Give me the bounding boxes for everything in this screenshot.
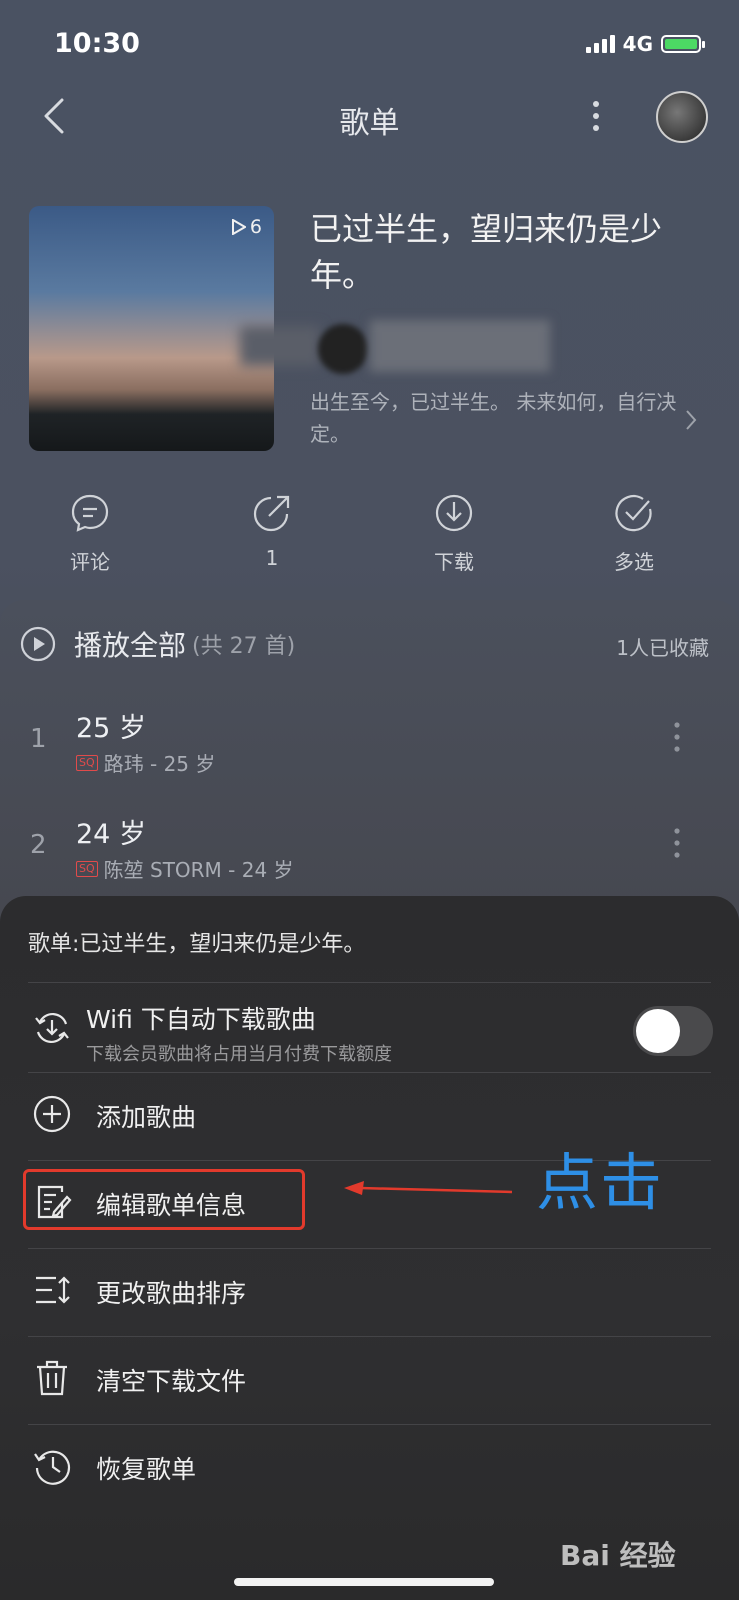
history-icon [34, 1450, 71, 1485]
page-title: 歌单 [339, 106, 400, 141]
sq-badge: SQ [76, 754, 98, 771]
share-button[interactable]: 1 [217, 492, 327, 570]
song-artist: 路玮 - 25 岁 [103, 752, 216, 776]
playlist-options-sheet: 歌单:已过半生，望归来仍是少年。 Wifi 下自动下载歌曲 下载会员歌曲将占用当… [0, 896, 739, 1600]
wifi-download-toggle[interactable] [633, 1006, 713, 1056]
status-right: 4G [585, 32, 705, 56]
song-more-icon[interactable] [672, 826, 682, 860]
add-circle-icon [33, 1095, 71, 1133]
favorite-count[interactable]: 1人已收藏 [616, 632, 709, 661]
multiselect-icon [615, 495, 652, 532]
multiselect-label: 多选 [614, 550, 654, 574]
change-sort-item[interactable]: 更改歌曲排序 [0, 1248, 739, 1336]
auto-download-icon [35, 1012, 69, 1044]
wifi-label: Wifi 下自动下载歌曲 [86, 1005, 316, 1034]
play-count: 6 [231, 216, 262, 238]
clear-downloads-label: 清空下载文件 [96, 1367, 247, 1396]
comment-label: 评论 [70, 550, 110, 574]
song-meta: SQ 陈堃 STORM - 24 岁 [76, 854, 294, 883]
download-button[interactable]: 下载 [399, 492, 509, 575]
comment-button[interactable]: 评论 [35, 492, 145, 575]
play-circle-icon [20, 626, 56, 662]
wifi-auto-download-row: Wifi 下自动下载歌曲 下载会员歌曲将占用当月付费下载额度 [0, 992, 739, 1072]
avatar[interactable] [656, 91, 708, 143]
song-list: 播放全部 (共 27 首) 1人已收藏 1 25 岁 SQ 路玮 - 25 岁 … [0, 600, 739, 920]
sort-icon [36, 1276, 70, 1304]
song-count: (共 27 首) [192, 634, 296, 659]
network-type: 4G [622, 32, 653, 56]
play-count-value: 6 [249, 216, 262, 238]
signal-icon [585, 35, 615, 53]
download-icon [435, 494, 473, 532]
more-icon[interactable] [586, 96, 606, 136]
restore-playlist-item[interactable]: 恢复歌单 [0, 1424, 739, 1512]
song-meta: SQ 路玮 - 25 岁 [76, 748, 215, 777]
share-icon [253, 495, 290, 532]
song-name: 25 岁 [76, 713, 146, 744]
status-time: 10:30 [54, 28, 140, 59]
creator-blurred[interactable] [240, 320, 570, 374]
toggle-knob [636, 1009, 680, 1053]
play-all-button[interactable]: 播放全部 (共 27 首) [20, 624, 295, 664]
playlist-title: 已过半生，望归来仍是少年。 [310, 210, 663, 294]
nav-bar: 歌单 [0, 88, 739, 144]
sheet-title: 歌单:已过半生，望归来仍是少年。 [28, 932, 366, 957]
play-all-label: 播放全部 [74, 629, 187, 662]
sq-badge: SQ [76, 860, 98, 877]
trash-icon [37, 1360, 67, 1396]
song-index: 1 [30, 724, 47, 754]
action-bar: 评论 1 下载 多选 [0, 492, 739, 582]
playlist-cover[interactable]: 6 [29, 206, 274, 451]
chevron-right-icon[interactable] [684, 408, 698, 432]
song-index: 2 [30, 830, 47, 860]
clear-downloads-item[interactable]: 清空下载文件 [0, 1336, 739, 1424]
comment-icon [71, 494, 109, 532]
click-annotation: 点击 [536, 1146, 665, 1219]
highlight-box [23, 1169, 305, 1230]
home-indicator[interactable] [234, 1578, 494, 1586]
restore-playlist-label: 恢复歌单 [96, 1455, 197, 1484]
download-label: 下载 [434, 550, 474, 574]
add-song-label: 添加歌曲 [96, 1103, 197, 1132]
multiselect-button[interactable]: 多选 [579, 492, 689, 575]
song-row[interactable]: 2 24 岁 SQ 陈堃 STORM - 24 岁 [0, 802, 739, 902]
song-name: 24 岁 [76, 819, 146, 850]
song-more-icon[interactable] [672, 720, 682, 754]
battery-icon [661, 35, 705, 53]
share-count: 1 [265, 546, 279, 570]
baidu-watermark: Bai 经验 [560, 1539, 676, 1572]
status-bar: 10:30 4G [0, 0, 739, 88]
change-sort-label: 更改歌曲排序 [96, 1279, 247, 1308]
play-triangle-icon [231, 219, 246, 235]
divider [28, 982, 711, 983]
song-artist: 陈堃 STORM - 24 岁 [103, 858, 294, 882]
wifi-sublabel: 下载会员歌曲将占用当月付费下载额度 [86, 1044, 392, 1065]
red-arrow-annotation [344, 1181, 513, 1195]
playlist-description[interactable]: 出生至今，已过半生。 未来如何，自行决定。 [310, 386, 682, 450]
song-row[interactable]: 1 25 岁 SQ 路玮 - 25 岁 [0, 696, 739, 796]
